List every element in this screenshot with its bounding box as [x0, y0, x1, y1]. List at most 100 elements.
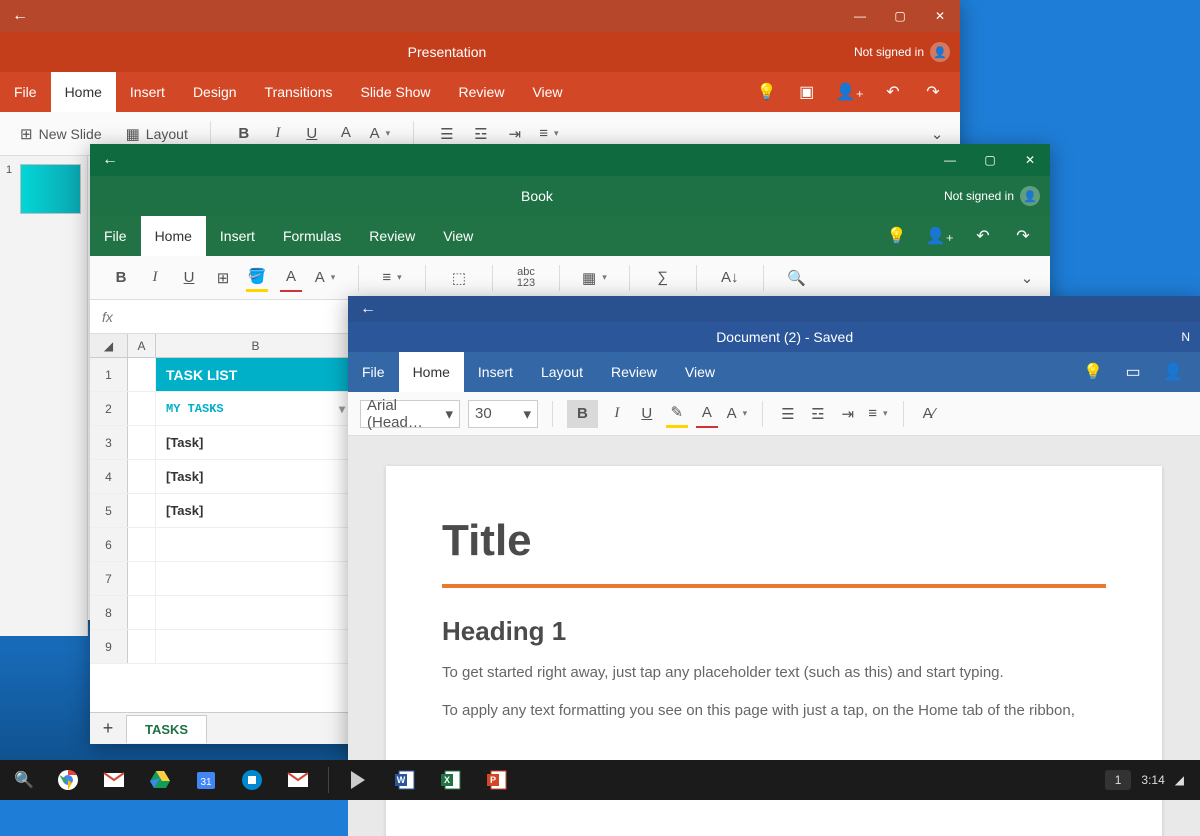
styles-icon[interactable]: A⁄ [918, 400, 940, 428]
cell[interactable]: [Task] [156, 460, 356, 493]
cell[interactable] [128, 392, 156, 425]
select-all-cell[interactable]: ◢ [90, 334, 128, 357]
maximize-icon[interactable]: ▢ [880, 0, 920, 32]
maximize-icon[interactable]: ▢ [970, 144, 1010, 176]
tab-design[interactable]: Design [179, 72, 251, 112]
row-number[interactable]: 7 [90, 562, 128, 595]
user-icon[interactable]: 👤 [1020, 186, 1040, 206]
row-number[interactable]: 9 [90, 630, 128, 663]
wd-signedin[interactable]: N [1181, 330, 1200, 344]
present-icon[interactable]: ▣ [796, 78, 818, 106]
tab-slideshow[interactable]: Slide Show [346, 72, 444, 112]
doc-heading[interactable]: Heading 1 [442, 616, 1106, 647]
redo-icon[interactable]: ↷ [1012, 222, 1034, 250]
xl-titlebar[interactable]: ← — ▢ ✕ [90, 144, 1050, 176]
back-icon[interactable]: ← [90, 151, 130, 169]
row-number[interactable]: 1 [90, 358, 128, 391]
gmail-icon[interactable] [92, 760, 136, 800]
tab-file[interactable]: File [90, 216, 141, 256]
tab-home[interactable]: Home [399, 352, 464, 392]
cell[interactable] [128, 528, 156, 561]
close-icon[interactable]: ✕ [1010, 144, 1050, 176]
cell-styles-icon[interactable]: ▦ [582, 264, 607, 292]
reading-view-icon[interactable]: ▭ [1122, 358, 1144, 386]
cell[interactable]: [Task] [156, 494, 356, 527]
bold-button[interactable]: B [110, 264, 132, 292]
share-icon[interactable]: 👤 [1162, 358, 1184, 386]
share-icon[interactable]: 👤₊ [926, 222, 954, 250]
bullets-icon[interactable]: ☰ [777, 400, 799, 428]
cell[interactable] [128, 460, 156, 493]
tell-me-icon[interactable]: 💡 [886, 222, 908, 250]
font-size-button[interactable]: A [314, 264, 336, 292]
bold-button[interactable]: B [567, 400, 598, 428]
user-icon[interactable]: 👤 [930, 42, 950, 62]
tab-formulas[interactable]: Formulas [269, 216, 355, 256]
col-a[interactable]: A [128, 334, 156, 357]
row-number[interactable]: 2 [90, 392, 128, 425]
font-size-select[interactable]: 30▾ [468, 400, 538, 428]
cell[interactable] [128, 562, 156, 595]
pp-signedin[interactable]: Not signed in 👤 [854, 42, 960, 62]
fill-color-button[interactable]: 🪣 [246, 264, 268, 292]
highlight-button[interactable]: ✎ [666, 400, 688, 428]
tab-review[interactable]: Review [445, 72, 519, 112]
doc-p2[interactable]: To apply any text formatting you see on … [442, 699, 1106, 723]
tab-home[interactable]: Home [141, 216, 206, 256]
tab-view[interactable]: View [671, 352, 729, 392]
autosum-icon[interactable]: ∑ [652, 264, 674, 292]
gmail-icon-2[interactable] [276, 760, 320, 800]
cell[interactable] [128, 426, 156, 459]
doc-p1[interactable]: To get started right away, just tap any … [442, 661, 1106, 685]
row-number[interactable]: 3 [90, 426, 128, 459]
row-number[interactable]: 5 [90, 494, 128, 527]
tell-me-icon[interactable]: 💡 [756, 78, 778, 106]
merge-icon[interactable]: ⬚ [448, 264, 470, 292]
undo-icon[interactable]: ↶ [882, 78, 904, 106]
font-color-button[interactable]: A [696, 400, 718, 428]
font-name-select[interactable]: Arial (Head…▾ [360, 400, 460, 428]
slide-thumbnail[interactable] [20, 164, 81, 214]
number-format-button[interactable]: abc123 [515, 264, 537, 292]
font-size-step-button[interactable]: A [726, 400, 748, 428]
row-number[interactable]: 8 [90, 596, 128, 629]
undo-icon[interactable]: ↶ [972, 222, 994, 250]
tab-file[interactable]: File [348, 352, 399, 392]
collapse-ribbon-icon[interactable]: ⌄ [1016, 264, 1038, 292]
cell[interactable] [128, 358, 156, 391]
cell[interactable] [128, 596, 156, 629]
sheet-tab[interactable]: TASKS [126, 715, 207, 743]
wifi-icon[interactable]: ◢ [1175, 773, 1184, 787]
clock[interactable]: 3:14 [1141, 773, 1164, 787]
tab-insert[interactable]: Insert [116, 72, 179, 112]
underline-button[interactable]: U [178, 264, 200, 292]
cell[interactable] [156, 596, 356, 629]
share-icon[interactable]: 👤₊ [836, 78, 864, 106]
row-number[interactable]: 6 [90, 528, 128, 561]
files-icon[interactable] [230, 760, 274, 800]
find-icon[interactable]: 🔍 [786, 264, 808, 292]
cell[interactable] [156, 528, 356, 561]
align-icon[interactable]: ≡ [381, 264, 403, 292]
tab-insert[interactable]: Insert [206, 216, 269, 256]
minimize-icon[interactable]: — [840, 0, 880, 32]
back-icon[interactable]: ← [348, 300, 388, 318]
tab-insert[interactable]: Insert [464, 352, 527, 392]
add-sheet-button[interactable]: + [90, 718, 126, 739]
drive-icon[interactable] [138, 760, 182, 800]
tab-home[interactable]: Home [51, 72, 116, 112]
excel-app-icon[interactable]: X [429, 760, 473, 800]
wd-titlebar[interactable]: ← [348, 296, 1200, 322]
calendar-icon[interactable]: 31 [184, 760, 228, 800]
tab-review[interactable]: Review [355, 216, 429, 256]
tab-layout[interactable]: Layout [527, 352, 597, 392]
row-number[interactable]: 4 [90, 460, 128, 493]
cell[interactable] [156, 630, 356, 663]
font-color-button[interactable]: A [280, 264, 302, 292]
search-icon[interactable]: 🔍 [4, 760, 44, 800]
tell-me-icon[interactable]: 💡 [1082, 358, 1104, 386]
play-store-icon[interactable] [337, 760, 381, 800]
pp-titlebar[interactable]: ← — ▢ ✕ [0, 0, 960, 32]
word-app-icon[interactable]: W [383, 760, 427, 800]
borders-icon[interactable]: ⊞ [212, 264, 234, 292]
